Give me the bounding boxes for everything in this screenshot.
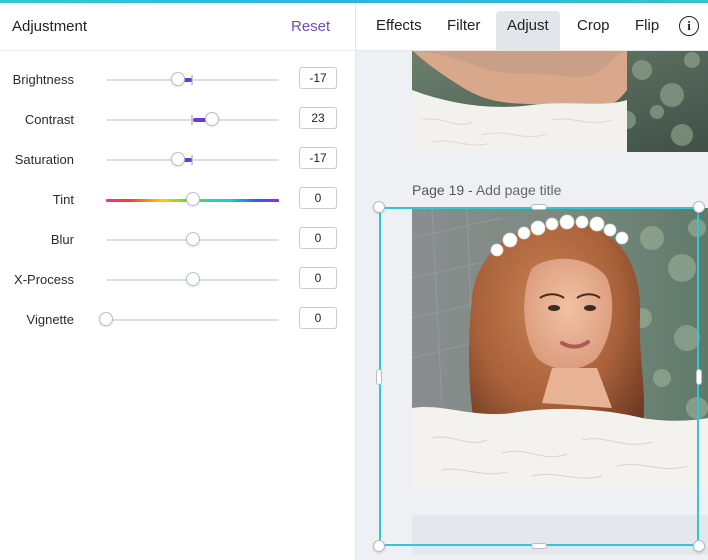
- tab-crop[interactable]: Crop: [577, 16, 610, 46]
- resize-handle-top-left[interactable]: [373, 201, 385, 213]
- slider-thumb[interactable]: [170, 152, 185, 166]
- value-input[interactable]: -17: [299, 67, 337, 89]
- resize-handle-right[interactable]: [696, 369, 702, 385]
- info-icon[interactable]: i: [679, 16, 699, 36]
- adjustment-label: Contrast: [24, 112, 74, 127]
- next-page-placeholder[interactable]: [412, 515, 708, 555]
- page-number: Page 19 -: [412, 182, 476, 198]
- adjustment-label: X-Process: [14, 272, 74, 287]
- slider-track[interactable]: [106, 232, 279, 246]
- value-input[interactable]: 0: [299, 227, 337, 249]
- panel-header: Adjustment Reset: [0, 3, 355, 51]
- resize-handle-bottom-right[interactable]: [693, 540, 705, 552]
- adjustment-label: Saturation: [14, 152, 74, 167]
- resize-handle-bottom[interactable]: [531, 543, 547, 549]
- slider-thumb[interactable]: [99, 312, 113, 326]
- adjustment-label: Brightness: [12, 72, 74, 87]
- resize-handle-left[interactable]: [376, 369, 382, 385]
- slider-track[interactable]: [106, 192, 279, 206]
- adjustment-label: Vignette: [26, 312, 74, 327]
- slider-track[interactable]: [106, 72, 279, 86]
- adjustment-row-vignette: Vignette 0: [0, 306, 355, 346]
- selected-photo[interactable]: [412, 208, 708, 490]
- add-page-title-link[interactable]: Add page title: [476, 182, 562, 198]
- adjustment-row-x-process: X-Process 0: [0, 266, 355, 306]
- tab-flip[interactable]: Flip: [635, 16, 659, 46]
- resize-handle-bottom-left[interactable]: [373, 540, 385, 552]
- slider-track[interactable]: [99, 312, 279, 326]
- page-caption[interactable]: Page 19 - Add page title: [412, 182, 561, 198]
- slider-thumb[interactable]: [185, 192, 200, 206]
- reset-button[interactable]: Reset: [291, 18, 330, 35]
- resize-handle-top[interactable]: [531, 204, 547, 210]
- slider-thumb[interactable]: [185, 232, 200, 246]
- adjustment-row-saturation: Saturation -17: [0, 146, 355, 186]
- photo-previous-page[interactable]: [412, 50, 708, 152]
- adjustment-row-contrast: Contrast 23: [0, 106, 355, 146]
- panel-title: Adjustment: [12, 18, 88, 35]
- adjustment-label: Blur: [50, 232, 74, 247]
- adjustment-row-brightness: Brightness -17: [0, 66, 355, 106]
- slider-thumb[interactable]: [170, 72, 185, 86]
- value-input[interactable]: -17: [299, 147, 337, 169]
- tab-adjust[interactable]: Adjust: [496, 11, 560, 51]
- value-input[interactable]: 0: [299, 307, 337, 329]
- adjustment-panel: Adjustment Reset Brightness -17 Contrast 23…: [0, 3, 356, 560]
- resize-handle-top-right[interactable]: [693, 201, 705, 213]
- value-input[interactable]: 23: [299, 107, 337, 129]
- adjustment-row-tint: Tint 0: [0, 186, 355, 226]
- value-input[interactable]: 0: [299, 267, 337, 289]
- tab-effects[interactable]: Effects: [376, 16, 422, 46]
- slider-thumb[interactable]: [205, 112, 220, 126]
- image-toolbar: Effects Filter Adjust Crop Flip i: [356, 3, 708, 51]
- value-input[interactable]: 0: [299, 187, 337, 209]
- adjustment-row-blur: Blur 0: [0, 226, 355, 266]
- slider-track[interactable]: [106, 152, 279, 166]
- adjustment-label: Tint: [52, 192, 74, 207]
- slider-thumb[interactable]: [185, 272, 200, 286]
- slider-track[interactable]: [106, 272, 279, 286]
- slider-track[interactable]: [106, 112, 279, 126]
- tab-filter[interactable]: Filter: [447, 16, 480, 46]
